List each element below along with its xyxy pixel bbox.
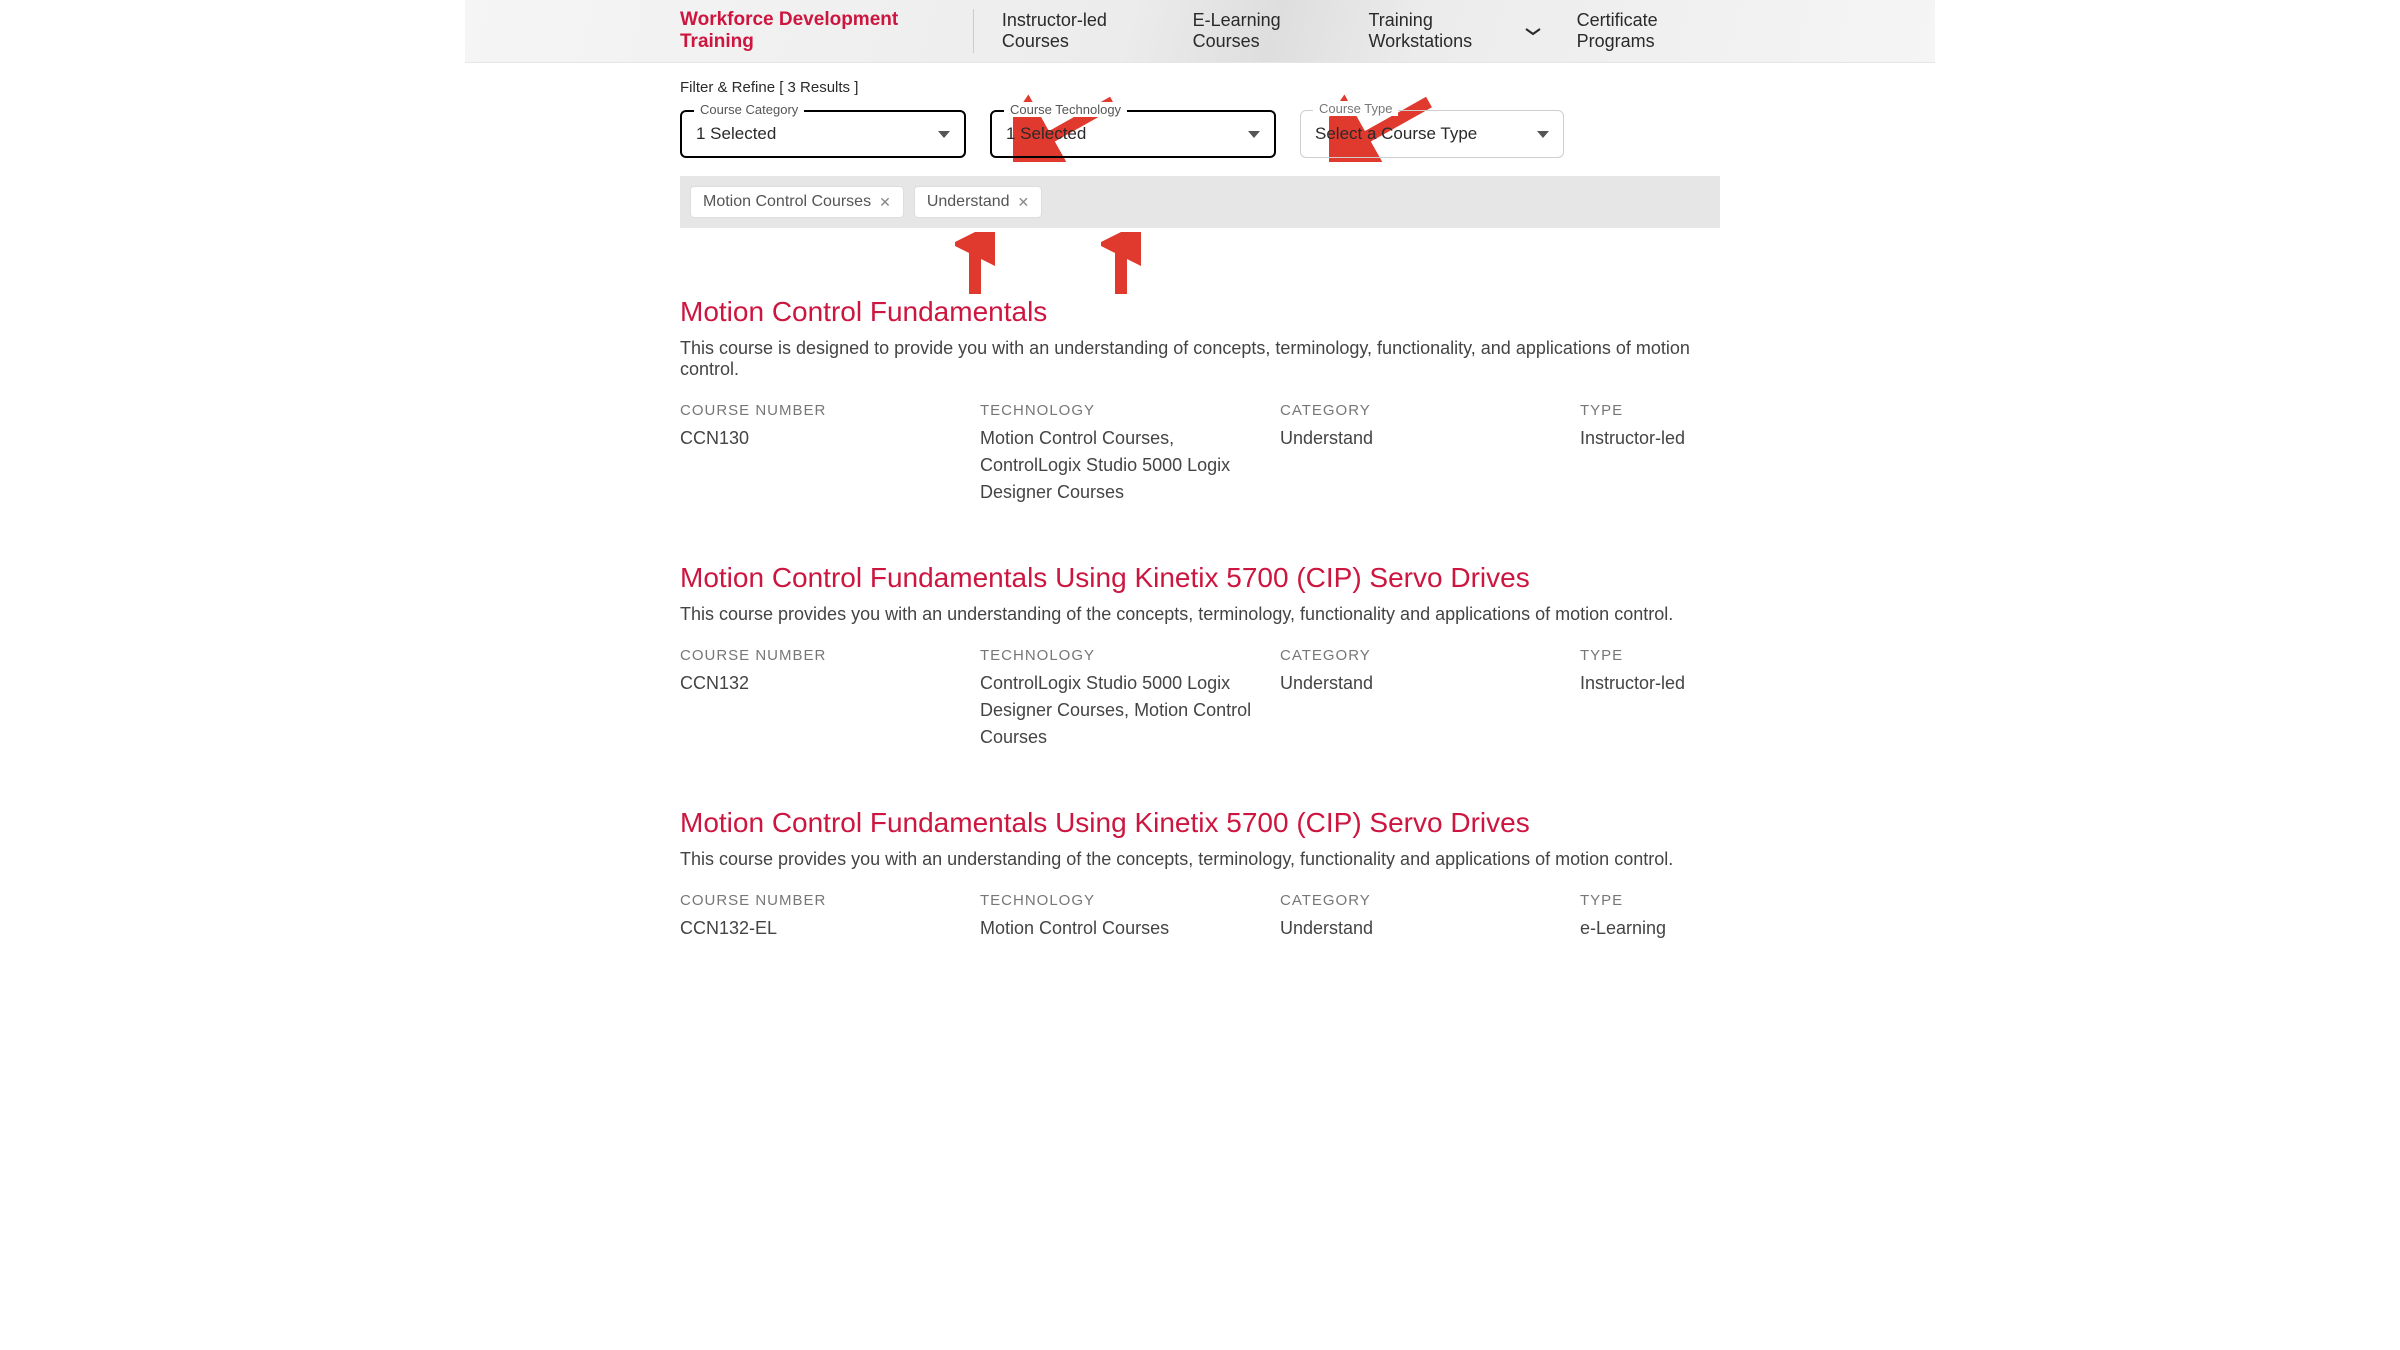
close-icon[interactable]: ✕: [1018, 194, 1030, 211]
meta-value-technology: ControlLogix Studio 5000 Logix Designer …: [980, 670, 1280, 751]
meta-label-number: COURSE NUMBER: [680, 892, 980, 909]
dropdown-value: 1 Selected: [1006, 124, 1248, 144]
meta-value-technology: Motion Control Courses, ControlLogix Stu…: [980, 425, 1280, 506]
course-result: Motion Control Fundamentals This course i…: [680, 296, 1720, 506]
meta-value-number: CCN130: [680, 425, 980, 452]
dropdown-legend: Course Category: [694, 102, 804, 117]
nav-item[interactable]: E-Learning Courses: [1193, 10, 1333, 52]
meta-label-technology: TECHNOLOGY: [980, 647, 1280, 664]
top-nav: Workforce Development Training Instructo…: [465, 0, 1935, 63]
meta-label-number: COURSE NUMBER: [680, 647, 980, 664]
chip-label: Motion Control Courses: [703, 193, 871, 211]
nav-item-label: Certificate Programs: [1577, 10, 1720, 52]
nav-item-label: Instructor-led Courses: [1002, 10, 1157, 52]
chip-label: Understand: [927, 193, 1010, 211]
active-filter-chips-bar: Motion Control Courses ✕ Understand ✕: [680, 176, 1720, 228]
meta-label-category: CATEGORY: [1280, 402, 1580, 419]
course-meta: COURSE NUMBER CCN132TECHNOLOGY ControlLogi…: [680, 647, 1720, 751]
filter-dropdown[interactable]: Course Category1 Selected: [680, 110, 966, 158]
filter-refine-header: Filter & Refine [ 3 Results ]: [680, 79, 1720, 96]
dropdown-value: Select a Course Type: [1315, 124, 1537, 144]
meta-value-category: Understand: [1280, 915, 1580, 942]
dropdown-legend: Course Technology: [1004, 102, 1127, 117]
course-meta: COURSE NUMBER CCN130TECHNOLOGY Motion Cont…: [680, 402, 1720, 506]
caret-down-icon: [1537, 131, 1549, 138]
chevron-down-icon: [1525, 26, 1541, 36]
filter-dropdown[interactable]: Course Technology1 Selected: [990, 110, 1276, 158]
course-result: Motion Control Fundamentals Using Kineti…: [680, 807, 1720, 942]
meta-value-number: CCN132-EL: [680, 915, 980, 942]
nav-item-label: Training Workstations: [1368, 10, 1516, 52]
meta-label-category: CATEGORY: [1280, 892, 1580, 909]
nav-item-label: E-Learning Courses: [1193, 10, 1333, 52]
course-description: This course is designed to provide you w…: [680, 338, 1720, 380]
meta-value-type: Instructor-led: [1580, 670, 1720, 697]
nav-active-tab[interactable]: Workforce Development Training: [680, 9, 974, 53]
course-title-link[interactable]: Motion Control Fundamentals: [680, 296, 1720, 328]
course-title-link[interactable]: Motion Control Fundamentals Using Kineti…: [680, 807, 1720, 839]
filter-chip[interactable]: Understand ✕: [914, 186, 1042, 218]
dropdown-legend: Course Type: [1313, 101, 1398, 116]
course-description: This course provides you with an underst…: [680, 604, 1720, 625]
meta-label-technology: TECHNOLOGY: [980, 892, 1280, 909]
meta-label-type: TYPE: [1580, 402, 1720, 419]
meta-value-category: Understand: [1280, 670, 1580, 697]
course-meta: COURSE NUMBER CCN132-ELTECHNOLOGY Motion C…: [680, 892, 1720, 942]
course-title-link[interactable]: Motion Control Fundamentals Using Kineti…: [680, 562, 1720, 594]
dropdown-value: 1 Selected: [696, 124, 938, 144]
caret-down-icon: [938, 131, 950, 138]
course-description: This course provides you with an underst…: [680, 849, 1720, 870]
close-icon[interactable]: ✕: [879, 194, 891, 211]
meta-label-type: TYPE: [1580, 647, 1720, 664]
filter-dropdown[interactable]: Course TypeSelect a Course Type: [1300, 110, 1564, 158]
meta-label-number: COURSE NUMBER: [680, 402, 980, 419]
course-result: Motion Control Fundamentals Using Kineti…: [680, 562, 1720, 751]
nav-item[interactable]: Training Workstations: [1368, 10, 1540, 52]
meta-label-category: CATEGORY: [1280, 647, 1580, 664]
caret-down-icon: [1248, 131, 1260, 138]
meta-value-type: Instructor-led: [1580, 425, 1720, 452]
meta-value-technology: Motion Control Courses: [980, 915, 1280, 942]
meta-label-type: TYPE: [1580, 892, 1720, 909]
meta-value-number: CCN132: [680, 670, 980, 697]
nav-item[interactable]: Instructor-led Courses: [1002, 10, 1157, 52]
meta-value-category: Understand: [1280, 425, 1580, 452]
filter-chip[interactable]: Motion Control Courses ✕: [690, 186, 904, 218]
meta-value-type: e-Learning: [1580, 915, 1720, 942]
meta-label-technology: TECHNOLOGY: [980, 402, 1280, 419]
nav-item[interactable]: Certificate Programs: [1577, 10, 1720, 52]
